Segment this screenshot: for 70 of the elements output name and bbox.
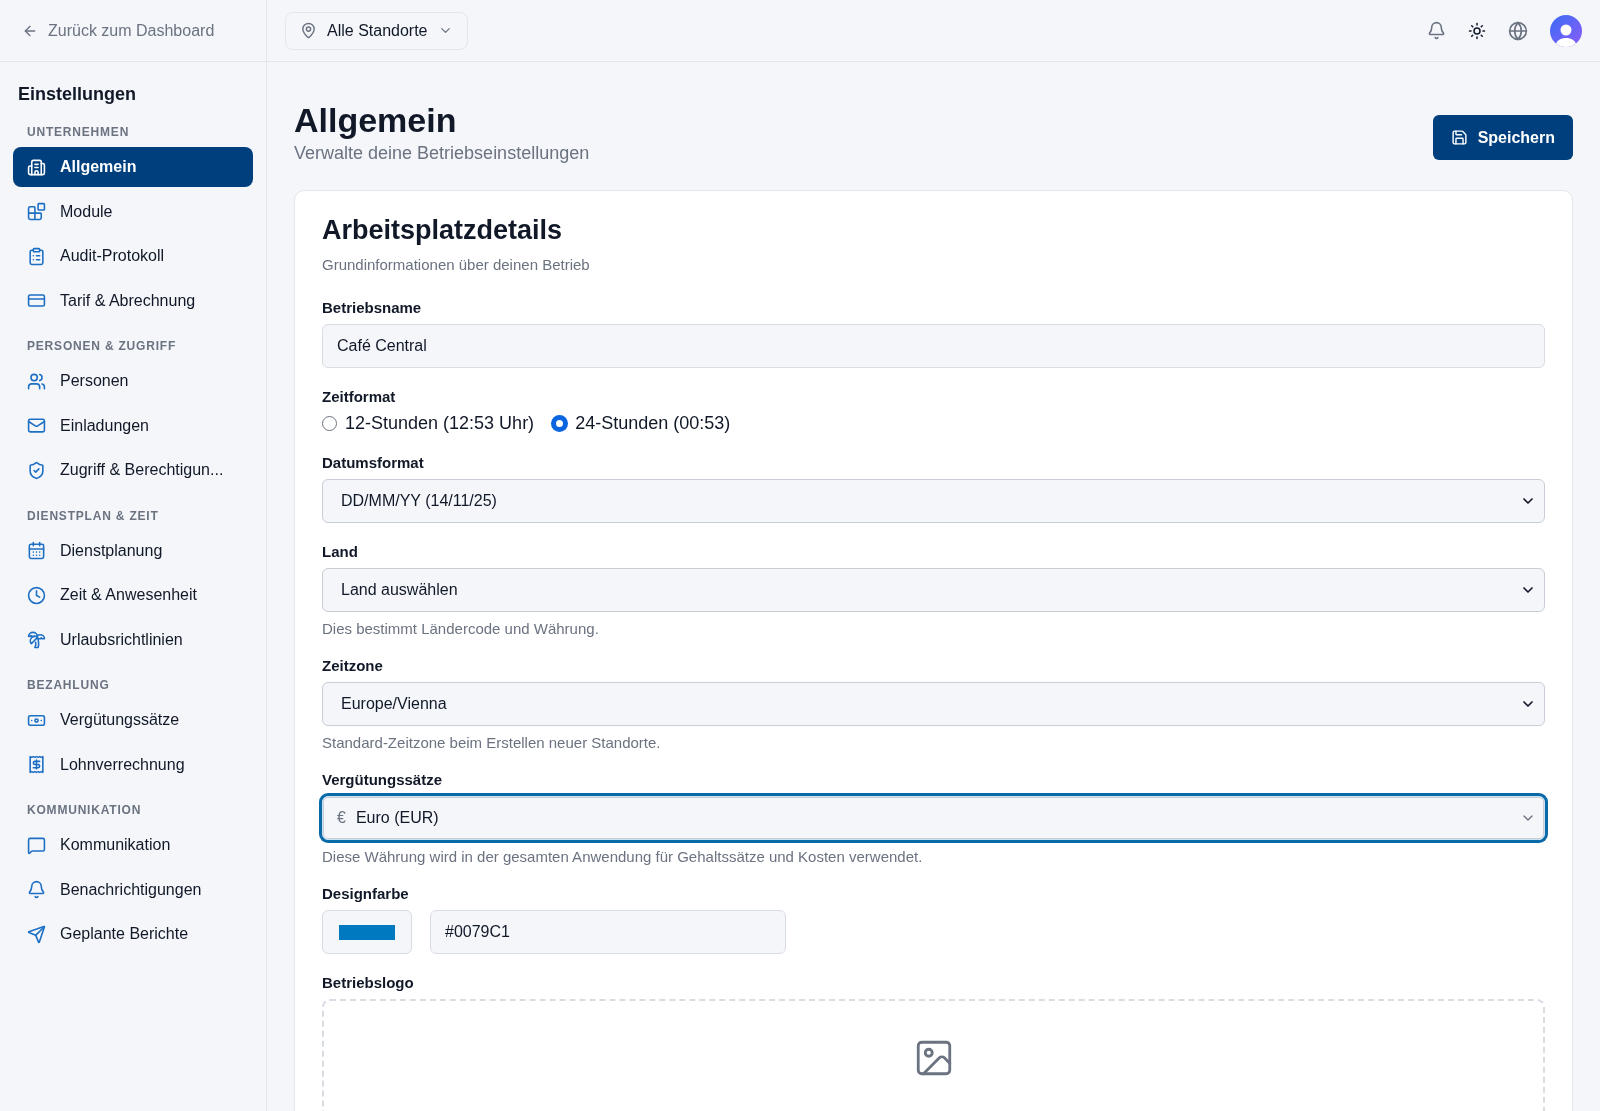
blocks-icon — [27, 202, 46, 221]
radio-label: 12-Stunden (12:53 Uhr) — [345, 413, 535, 435]
sidebar-item[interactable]: Personen — [13, 361, 253, 401]
select-field[interactable]: DD/MM/YY (14/11/25) — [322, 479, 1545, 524]
radio-button[interactable] — [322, 416, 337, 432]
palm-tree-icon — [27, 630, 46, 649]
sidebar-item[interactable]: Module — [13, 191, 253, 232]
building-icon — [27, 157, 46, 177]
mail-icon — [27, 416, 46, 435]
sun-icon[interactable] — [1468, 21, 1486, 40]
sidebar-item[interactable]: Einladungen — [13, 405, 253, 446]
sidebar-item[interactable]: Zugriff & Berechtigun... — [13, 450, 253, 490]
sidebar-item[interactable]: Kommunikation — [13, 825, 253, 865]
page-subtitle: Verwalte deine Betriebseinstellungen — [294, 143, 590, 165]
card-subtitle: Grundinformationen über deinen Betrieb — [322, 256, 591, 274]
radio-button[interactable] — [552, 416, 568, 432]
section-heading: UNTERNEHMEN — [26, 124, 131, 141]
sidebar-item[interactable]: Zeit & Anwesenheit — [13, 575, 253, 615]
sidebar-title: Einstellungen — [17, 84, 137, 105]
credit-card-icon — [27, 291, 46, 310]
section-heading: BEZAHLUNG — [26, 677, 111, 694]
help-text: Standard-Zeitzone beim Erstellen neuer Standorte. — [322, 734, 662, 752]
field-label: Vergütungssätze — [322, 771, 444, 789]
send-icon — [27, 924, 46, 944]
card-title: Arbeitsplatzdetails — [322, 215, 564, 247]
globe-icon[interactable] — [1508, 20, 1528, 41]
sidebar-item[interactable]: Dienstplanung — [13, 530, 253, 571]
section-heading: PERSONEN & ZUGRIFF — [26, 338, 178, 355]
notifications-icon[interactable] — [1427, 21, 1446, 40]
field-label: Designfarbe — [322, 885, 410, 903]
field-label: Betriebsname — [322, 299, 423, 317]
message-icon — [27, 835, 46, 855]
receipt-icon — [27, 755, 46, 774]
select-field[interactable]: Land auswählen — [322, 568, 1545, 613]
save-icon — [1450, 129, 1468, 146]
clock-icon — [27, 585, 46, 605]
shield-check-icon — [27, 460, 46, 480]
currency-select[interactable]: € Euro (EUR) — [322, 796, 1545, 841]
field-label: Zeitzone — [322, 657, 384, 675]
help-text: Diese Währung wird in der gesamten Anwendung für Gehaltssätze und Kosten verwendet. — [322, 848, 924, 866]
field-label: Zeitformat — [322, 388, 397, 406]
bell-icon — [27, 880, 46, 899]
map-pin-icon — [300, 22, 317, 39]
sidebar-item[interactable]: Allgemein — [13, 147, 253, 187]
clipboard-icon — [27, 246, 46, 266]
calendar-icon — [27, 541, 46, 560]
page-title: Allgemein — [294, 102, 458, 140]
back-link[interactable]: Zurück zum Dashboard — [22, 21, 215, 40]
field-label: Betriebslogo — [322, 974, 415, 992]
section-heading: DIENSTPLAN & ZEIT — [26, 507, 160, 525]
users-icon — [27, 371, 46, 391]
sidebar-item[interactable]: Tarif & Abrechnung — [13, 280, 253, 321]
sidebar-item[interactable]: Audit-Protokoll — [13, 236, 253, 276]
color-picker[interactable] — [322, 910, 412, 955]
location-selector[interactable]: Alle Standorte — [285, 11, 468, 50]
field-label: Land — [322, 543, 359, 561]
sidebar-item[interactable]: Geplante Berichte — [13, 914, 253, 954]
radio-label: 24-Stunden (00:53) — [575, 413, 731, 435]
save-button[interactable]: Speichern — [1432, 115, 1573, 160]
hex-field[interactable]: #0079C1 — [430, 910, 786, 955]
sidebar-item[interactable]: Benachrichtigungen — [13, 869, 253, 910]
sidebar-item[interactable]: Urlaubsrichtlinien — [13, 619, 253, 660]
field-label: Datumsformat — [322, 454, 425, 472]
avatar[interactable] — [1550, 14, 1582, 47]
sidebar-item[interactable]: Vergütungssätze — [13, 700, 253, 740]
section-heading: KOMMUNIKATION — [26, 802, 143, 819]
text-field[interactable]: Café Central — [322, 324, 1545, 369]
select-field[interactable]: Europe/Vienna — [322, 682, 1545, 727]
help-text: Dies bestimmt Ländercode und Währung. — [322, 620, 600, 638]
sidebar-item[interactable]: Lohnverrechnung — [13, 744, 253, 785]
